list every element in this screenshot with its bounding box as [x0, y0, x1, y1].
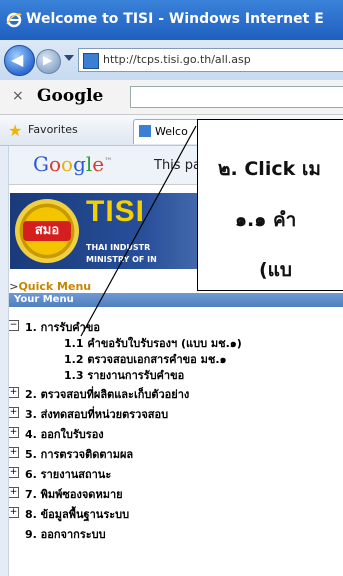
- your-menu-label: Your Menu: [14, 294, 74, 305]
- quick-menu-label: Quick Menu: [18, 280, 92, 293]
- navigation-bar: ◀ ▶ http://tcps.tisi.go.th/all.asp: [0, 40, 343, 80]
- quick-menu-header[interactable]: >>Quick Menu: [0, 280, 91, 293]
- tab-label: Welco: [155, 125, 188, 138]
- favorites-star-icon[interactable]: ★: [8, 121, 22, 140]
- menu-item-label: 7. พิมพ์ซองจดหมาย: [25, 488, 123, 501]
- google-search-input[interactable]: [130, 86, 343, 108]
- back-arrow-icon: ◀: [11, 50, 24, 69]
- forward-button[interactable]: ▶: [36, 49, 61, 74]
- expand-icon[interactable]: +: [8, 487, 19, 498]
- favorites-label[interactable]: Favorites: [28, 123, 78, 136]
- collapse-icon[interactable]: −: [8, 320, 19, 331]
- forward-arrow-icon: ▶: [43, 53, 53, 67]
- address-url: http://tcps.tisi.go.th/all.asp: [103, 53, 251, 66]
- address-bar[interactable]: http://tcps.tisi.go.th/all.asp: [78, 48, 343, 72]
- banner-title: TISI: [86, 195, 146, 228]
- ie-logo-icon: [6, 12, 22, 28]
- expand-icon[interactable]: +: [8, 387, 19, 398]
- callout-line-1: ๒. Click เม: [218, 158, 321, 180]
- callout-line-3: (แบ: [259, 259, 292, 281]
- menu-item-label: 6. รายงานสถานะ: [25, 468, 112, 481]
- menu-item-label: 4. ออกใบรับรอง: [25, 428, 104, 441]
- tab-favicon-icon: [139, 125, 151, 137]
- expand-icon[interactable]: +: [8, 447, 19, 458]
- page-left-border: [0, 146, 9, 576]
- menu-item-label: 3. ส่งทดสอบที่หน่วยตรวจสอบ: [25, 408, 169, 421]
- expand-icon[interactable]: +: [8, 407, 19, 418]
- title-bar: Welcome to TISI - Windows Internet E: [0, 0, 343, 40]
- submenu-item-1-3[interactable]: 1.3 รายงานการรับคำขอ: [64, 366, 184, 384]
- info-bar-text: This pa: [154, 158, 201, 173]
- back-button[interactable]: ◀: [4, 45, 35, 76]
- history-dropdown-icon[interactable]: [64, 55, 74, 61]
- trademark: ™: [104, 156, 113, 166]
- google-toolbar-logo: Google: [37, 86, 104, 106]
- tisi-logo-icon: สมอ: [15, 199, 79, 263]
- your-menu-header: Your Menu: [0, 293, 343, 307]
- menu-item-9[interactable]: 9. ออกจากระบบ: [25, 525, 106, 543]
- close-toolbar-icon[interactable]: ×: [12, 88, 24, 104]
- google-toolbar: × Google: [0, 80, 343, 115]
- banner-subtitle-1: THAI INDUSTR: [86, 243, 151, 252]
- menu-item-label: 5. การตรวจติดตามผล: [25, 448, 134, 461]
- banner-subtitle-2: MINISTRY OF IN: [86, 255, 157, 264]
- annotation-callout: ๒. Click เม ๑.๑ คำ (แบ: [197, 119, 343, 291]
- site-favicon-icon: [83, 53, 99, 69]
- expand-icon[interactable]: +: [8, 467, 19, 478]
- logo-text: สมอ: [23, 221, 71, 241]
- menu-item-label: 8. ข้อมูลพื้นฐานระบบ: [25, 508, 130, 521]
- expand-icon[interactable]: +: [8, 427, 19, 438]
- menu-item-label: 2. ตรวจสอบที่ผลิตและเก็บตัวอย่าง: [25, 388, 190, 401]
- expand-icon[interactable]: +: [8, 507, 19, 518]
- callout-line-2: ๑.๑ คำ: [235, 209, 297, 231]
- google-logo: Google™: [33, 152, 113, 176]
- window-title: Welcome to TISI - Windows Internet E: [26, 11, 324, 27]
